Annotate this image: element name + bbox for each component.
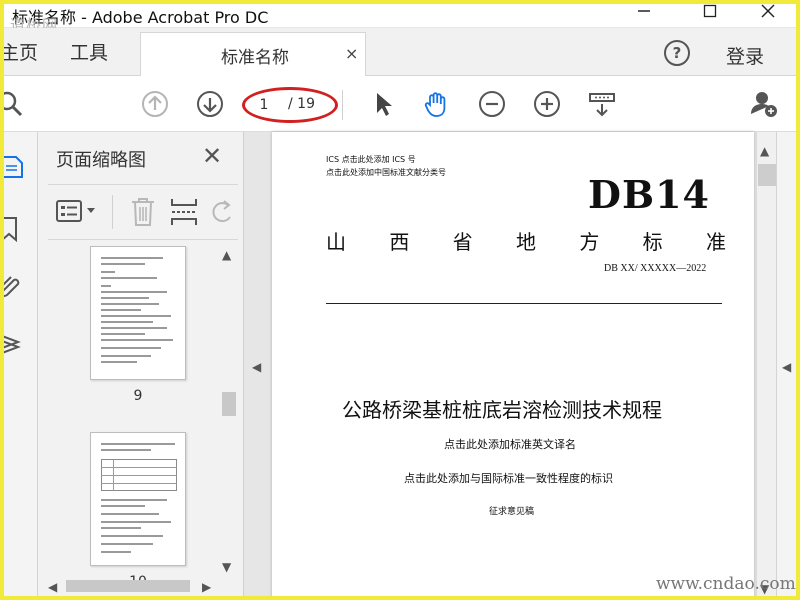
thumbnail-options-icon[interactable] xyxy=(56,199,84,225)
tab-document[interactable]: 标准名称 × xyxy=(140,32,366,76)
annotation-ellipse xyxy=(242,87,338,123)
insert-page-icon[interactable] xyxy=(170,197,198,227)
english-title-hint: 点击此处添加标准英文译名 xyxy=(444,438,576,451)
close-window-button[interactable] xyxy=(748,4,788,26)
tab-tools[interactable]: 工具 xyxy=(70,38,108,65)
rotate-page-icon[interactable] xyxy=(210,199,232,225)
maximize-button[interactable] xyxy=(690,4,730,26)
close-icon xyxy=(761,4,775,18)
authority-char: 标 xyxy=(642,230,663,254)
search-icon[interactable] xyxy=(0,90,24,118)
thumbnail-page-9[interactable] xyxy=(90,246,186,380)
close-panel-button[interactable]: ✕ xyxy=(202,142,222,170)
issuing-authority: 山 西 省 地 方 标 准 xyxy=(326,226,726,255)
header-divider xyxy=(326,303,722,304)
thumbnail-page-10[interactable] xyxy=(90,432,186,566)
authority-char: 西 xyxy=(389,230,410,254)
ics-number-hint: ICS 点击此处添加 ICS 号 xyxy=(326,155,416,164)
standard-code: DB14 xyxy=(588,172,710,217)
previous-page-icon[interactable] xyxy=(141,90,169,118)
left-navigation-rail xyxy=(4,132,38,596)
scroll-down-icon[interactable]: ▼ xyxy=(222,560,231,574)
layers-icon[interactable] xyxy=(4,330,26,356)
zoom-in-icon[interactable] xyxy=(533,90,561,118)
thumbnail-scroll-thumb[interactable] xyxy=(222,392,236,416)
authority-char: 方 xyxy=(579,230,600,254)
international-consistency-hint: 点击此处添加与国际标准一致性程度的标识 xyxy=(404,472,613,485)
help-icon[interactable]: ? xyxy=(664,40,690,66)
authority-char: 地 xyxy=(515,230,536,254)
scroll-up-icon[interactable]: ▲ xyxy=(760,144,769,158)
hand-tool-icon[interactable] xyxy=(422,90,450,118)
add-user-icon[interactable] xyxy=(750,90,778,118)
attachment-icon[interactable] xyxy=(4,272,26,298)
toolbar: 1 / 19 xyxy=(4,76,796,132)
tab-bar: 主页 工具 标准名称 × ? 登录 xyxy=(4,28,796,76)
scroll-right-icon[interactable]: ▶ xyxy=(202,580,211,594)
next-page-icon[interactable] xyxy=(196,90,224,118)
panel-title: 页面缩略图 xyxy=(56,150,146,171)
bookmark-icon[interactable] xyxy=(4,216,26,242)
login-button[interactable]: 登录 xyxy=(726,42,764,69)
authority-char: 准 xyxy=(705,230,726,254)
document-tab-label: 标准名称 xyxy=(221,48,289,68)
page-thumbnails-panel: 页面缩略图 ✕ 9 10 ▲ ▼ ◀ ▶ xyxy=(38,132,244,596)
maximize-icon xyxy=(703,4,717,18)
thumbnail-label: 9 xyxy=(133,388,143,404)
app-window: 标准名称 - Adobe Acrobat Pro DC 道桥网 主页 工具 标准… xyxy=(0,0,800,600)
standard-number: DB XX/ XXXXX—2022 xyxy=(604,263,707,274)
tab-home[interactable]: 主页 xyxy=(4,38,38,65)
document-vertical-scrollbar[interactable] xyxy=(756,132,776,596)
thumbnail-hscroll-thumb[interactable] xyxy=(66,580,190,592)
page-thumbnails-icon[interactable] xyxy=(4,154,26,180)
site-watermark: www.cndao.com xyxy=(656,574,796,594)
document-scroll-thumb[interactable] xyxy=(758,164,776,186)
collapse-left-panel-icon[interactable]: ◀ xyxy=(252,360,261,374)
expand-right-panel-icon[interactable]: ◀ xyxy=(782,360,791,374)
close-tab-button[interactable]: × xyxy=(345,44,358,63)
authority-char: 山 xyxy=(326,230,346,254)
chevron-down-icon[interactable] xyxy=(86,207,96,215)
minimize-icon xyxy=(638,10,650,12)
delete-page-icon[interactable] xyxy=(130,197,156,227)
zoom-out-icon[interactable] xyxy=(478,90,506,118)
toolbar-divider xyxy=(342,90,343,120)
title-bar: 标准名称 - Adobe Acrobat Pro DC 道桥网 xyxy=(4,4,796,34)
draft-status: 征求意见稿 xyxy=(489,507,535,517)
thumbnail-tools xyxy=(48,184,238,240)
authority-char: 省 xyxy=(452,230,473,254)
scroll-up-icon[interactable]: ▲ xyxy=(222,248,231,262)
right-panel-rail: ◀ xyxy=(776,132,796,596)
tool-divider xyxy=(112,195,113,229)
scroll-left-icon[interactable]: ◀ xyxy=(48,580,57,594)
scroll-mode-icon[interactable] xyxy=(588,90,616,118)
standard-title: 公路桥梁基桩桩底岩溶检测技术规程 xyxy=(342,398,662,422)
minimize-button[interactable] xyxy=(624,4,664,26)
select-tool-icon[interactable] xyxy=(370,90,398,118)
classification-hint: 点击此处添加中国标准文献分类号 xyxy=(326,168,446,177)
